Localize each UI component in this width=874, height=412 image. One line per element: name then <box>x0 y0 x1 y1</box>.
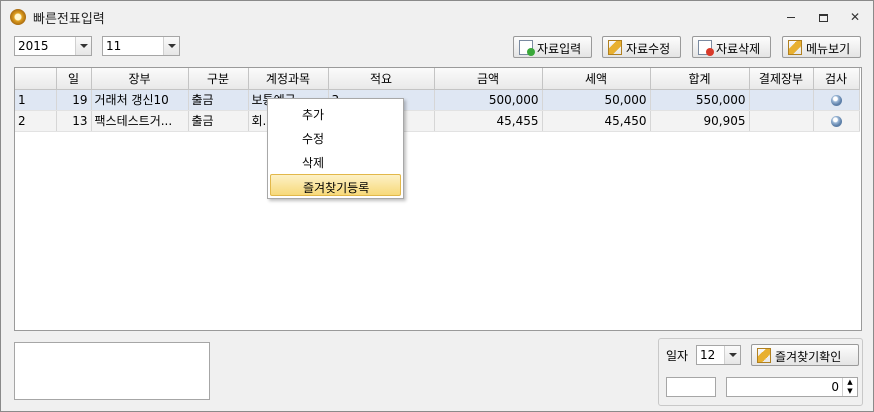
day-label: 일자 <box>666 349 689 363</box>
window-title: 빠른전표입력 <box>33 12 105 27</box>
column-header[interactable]: 결제장부 <box>749 68 814 90</box>
pencil-icon <box>608 40 622 55</box>
context-menu-label: 수정 <box>302 132 325 146</box>
favorite-panel: 일자 12 즐겨찾기확인 0 ▲ ▼ <box>658 338 863 406</box>
context-menu-item-add-favorite[interactable]: 즐겨찾기등록 <box>270 174 401 196</box>
menu-view-button[interactable]: 메뉴보기 <box>782 36 861 58</box>
column-header[interactable]: 계정과목 <box>248 68 329 90</box>
check-cell[interactable] <box>813 89 860 111</box>
tax-cell[interactable]: 50,000 <box>542 89 651 111</box>
column-header[interactable]: 합계 <box>650 68 750 90</box>
close-icon: ✕ <box>849 10 861 24</box>
number-stepper[interactable]: 0 ▲ ▼ <box>726 377 858 397</box>
context-menu-label: 즐겨찾기등록 <box>303 181 370 195</box>
tax-cell[interactable]: 45,450 <box>542 110 651 132</box>
minimize-button[interactable] <box>782 9 800 25</box>
memo-textarea[interactable] <box>14 342 210 400</box>
grid-header-row: 일 장부 구분 계정과목 적요 금액 세액 합계 결제장부 검사 <box>15 68 860 90</box>
payment-ledger-cell[interactable] <box>749 110 814 132</box>
chevron-down-icon[interactable] <box>75 37 91 55</box>
voucher-grid[interactable]: 일 장부 구분 계정과목 적요 금액 세액 합계 결제장부 검사 1 19 거래… <box>14 67 862 331</box>
data-edit-label: 자료수정 <box>626 42 671 56</box>
year-select[interactable]: 2015 <box>14 36 92 56</box>
quick-voucher-window: 빠른전표입력 ✕ 2015 11 자료입력 자료수정 자료삭제 메뉴보기 일 장… <box>0 0 874 412</box>
check-cell[interactable] <box>813 110 860 132</box>
day-cell[interactable]: 19 <box>56 89 92 111</box>
year-value: 2015 <box>18 39 49 53</box>
ledger-cell[interactable]: 거래처 갱신10 <box>91 89 189 111</box>
month-value: 11 <box>106 39 122 53</box>
stepper-down-icon[interactable]: ▼ <box>842 387 857 396</box>
data-input-label: 자료입력 <box>537 42 582 56</box>
check-icon[interactable] <box>830 94 842 106</box>
number-value: 0 <box>831 380 839 394</box>
context-menu: 추가 수정 삭제 즐겨찾기등록 <box>267 98 404 199</box>
row-number: 1 <box>15 89 57 111</box>
document-delete-icon <box>698 40 714 56</box>
day-select[interactable]: 12 <box>696 345 741 365</box>
type-cell[interactable]: 출금 <box>188 89 249 111</box>
restore-icon <box>818 13 828 22</box>
chevron-down-icon[interactable] <box>724 346 740 364</box>
total-cell[interactable]: 550,000 <box>650 89 750 111</box>
voucher-table: 일 장부 구분 계정과목 적요 금액 세액 합계 결제장부 검사 1 19 거래… <box>15 68 860 132</box>
day-cell[interactable]: 13 <box>56 110 92 132</box>
code-input[interactable] <box>666 377 716 397</box>
column-header[interactable]: 세액 <box>542 68 651 90</box>
context-menu-label: 추가 <box>302 108 325 122</box>
type-cell[interactable]: 출금 <box>188 110 249 132</box>
column-header[interactable]: 적요 <box>328 68 435 90</box>
row-number: 2 <box>15 110 57 132</box>
column-header[interactable]: 금액 <box>434 68 543 90</box>
chevron-down-icon[interactable] <box>163 37 179 55</box>
favorite-confirm-button[interactable]: 즐겨찾기확인 <box>751 344 859 366</box>
table-row[interactable]: 2 13 팩스테스트거... 출금 회... 45,455 45,450 90,… <box>15 110 860 132</box>
favorite-confirm-label: 즐겨찾기확인 <box>775 350 842 364</box>
table-row[interactable]: 1 19 거래처 갱신10 출금 보통예금 3 500,000 50,000 5… <box>15 89 860 111</box>
amount-cell[interactable]: 45,455 <box>434 110 543 132</box>
menu-view-label: 메뉴보기 <box>806 42 851 56</box>
column-header[interactable]: 장부 <box>91 68 189 90</box>
context-menu-item-add[interactable]: 추가 <box>270 102 401 124</box>
data-delete-label: 자료삭제 <box>716 42 761 56</box>
notepad-icon <box>788 40 802 55</box>
notepad-icon <box>757 348 771 363</box>
restore-button[interactable] <box>814 9 832 25</box>
minimize-icon <box>787 17 795 18</box>
data-input-button[interactable]: 자료입력 <box>513 36 592 58</box>
ledger-cell[interactable]: 팩스테스트거... <box>91 110 189 132</box>
month-select[interactable]: 11 <box>102 36 180 56</box>
context-menu-label: 삭제 <box>302 156 325 170</box>
app-icon <box>10 9 26 25</box>
stepper-up-icon[interactable]: ▲ <box>842 378 857 387</box>
context-menu-item-edit[interactable]: 수정 <box>270 126 401 148</box>
total-cell[interactable]: 90,905 <box>650 110 750 132</box>
day-select-value: 12 <box>700 348 716 362</box>
column-header[interactable]: 구분 <box>188 68 249 90</box>
column-header[interactable]: 일 <box>56 68 92 90</box>
check-icon[interactable] <box>830 115 842 127</box>
row-number-header <box>15 68 57 90</box>
document-add-icon <box>519 40 535 56</box>
amount-cell[interactable]: 500,000 <box>434 89 543 111</box>
data-edit-button[interactable]: 자료수정 <box>602 36 681 58</box>
data-delete-button[interactable]: 자료삭제 <box>692 36 771 58</box>
column-header[interactable]: 검사 <box>813 68 860 90</box>
context-menu-item-delete[interactable]: 삭제 <box>270 150 401 172</box>
payment-ledger-cell[interactable] <box>749 89 814 111</box>
title-bar: 빠른전표입력 ✕ <box>1 1 873 31</box>
close-button[interactable]: ✕ <box>846 9 864 25</box>
